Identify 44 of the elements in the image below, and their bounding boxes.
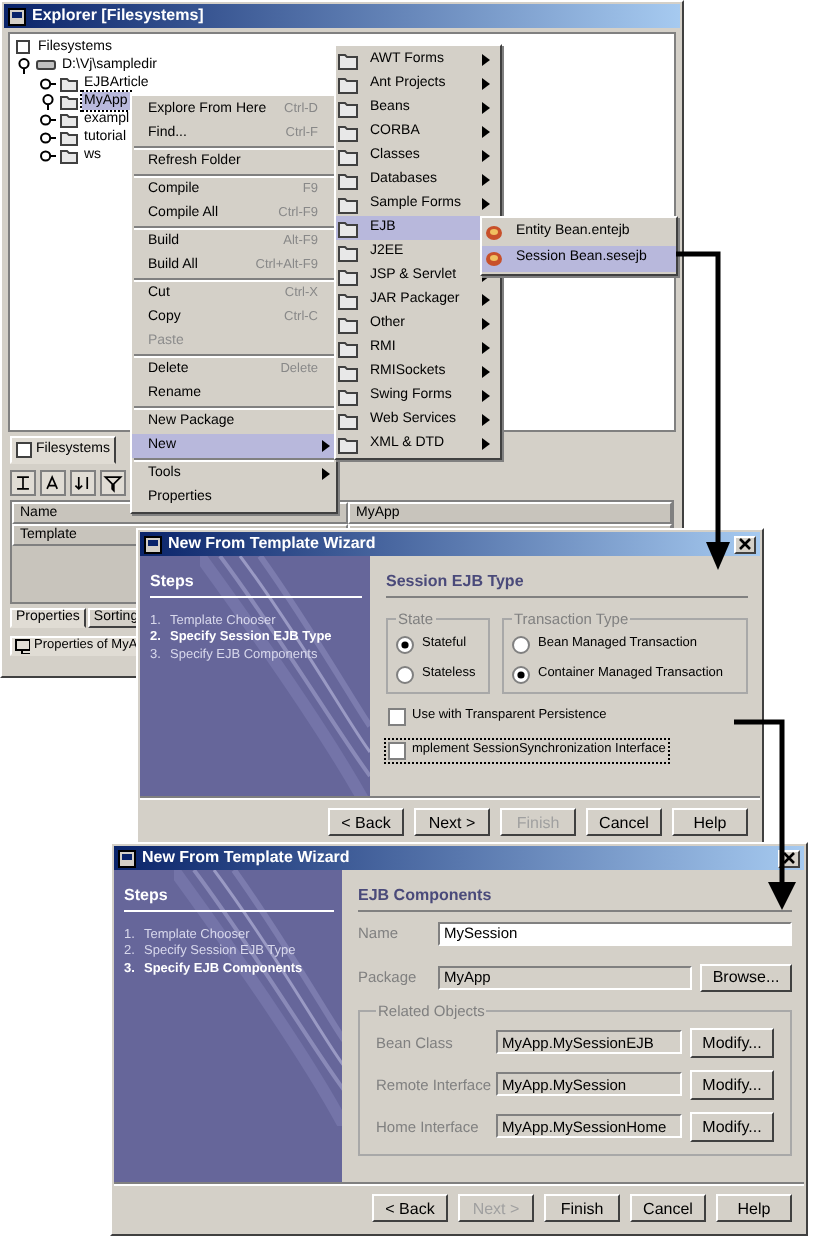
window-icon xyxy=(8,7,26,25)
steps-heading: Steps xyxy=(124,886,334,912)
filesystems-icon xyxy=(14,38,32,56)
wizard-button[interactable]: Cancel xyxy=(630,1194,706,1222)
submenu-arrow-icon xyxy=(322,468,330,480)
sort-by-type-icon[interactable] xyxy=(70,470,96,496)
wizard-button[interactable]: Help xyxy=(716,1194,792,1222)
checkbox-icon xyxy=(388,741,406,760)
drive-icon xyxy=(36,58,56,72)
modify-button[interactable]: Modify... xyxy=(690,1027,774,1058)
wizard-button[interactable]: Next > xyxy=(414,808,490,836)
window-icon xyxy=(144,535,162,553)
wizard-button[interactable]: < Back xyxy=(328,808,404,836)
radio-selected-icon[interactable] xyxy=(396,635,414,654)
collapsed-handle-icon[interactable] xyxy=(40,111,56,127)
checkbox-icon xyxy=(388,707,406,726)
filter-icon[interactable] xyxy=(100,470,126,496)
properties-icon xyxy=(14,638,30,655)
window-title: New From Template Wizard xyxy=(142,848,350,868)
close-icon xyxy=(782,852,796,864)
wizard-button[interactable]: Cancel xyxy=(586,808,662,836)
collapsed-handle-icon[interactable] xyxy=(40,129,56,145)
wizard-button[interactable]: Help xyxy=(672,808,748,836)
collapsed-handle-icon[interactable] xyxy=(40,75,56,91)
submenu-arrow-icon xyxy=(322,440,330,452)
sort-by-name-icon[interactable] xyxy=(40,470,66,496)
radio-icon[interactable] xyxy=(396,665,414,684)
expanded-handle-icon[interactable] xyxy=(16,57,32,73)
close-button[interactable] xyxy=(734,535,756,553)
window-icon xyxy=(118,849,136,867)
modify-button[interactable]: Modify... xyxy=(690,1069,774,1100)
window-title: Explorer [Filesystems] xyxy=(32,6,204,26)
modify-button[interactable]: Modify... xyxy=(690,1111,774,1142)
collapsed-handle-icon[interactable] xyxy=(40,147,56,163)
wizard-button[interactable]: < Back xyxy=(372,1194,448,1222)
steps-heading: Steps xyxy=(150,572,362,598)
filesystems-icon xyxy=(16,442,32,458)
close-icon xyxy=(738,538,752,550)
expanded-handle-icon[interactable] xyxy=(40,93,56,109)
radio-selected-icon[interactable] xyxy=(512,665,530,684)
radio-icon[interactable] xyxy=(512,635,530,654)
page-heading: Session EJB Type xyxy=(386,572,748,598)
browse-button[interactable]: Browse... xyxy=(700,963,792,992)
wizard-button[interactable]: Finish xyxy=(544,1194,620,1222)
